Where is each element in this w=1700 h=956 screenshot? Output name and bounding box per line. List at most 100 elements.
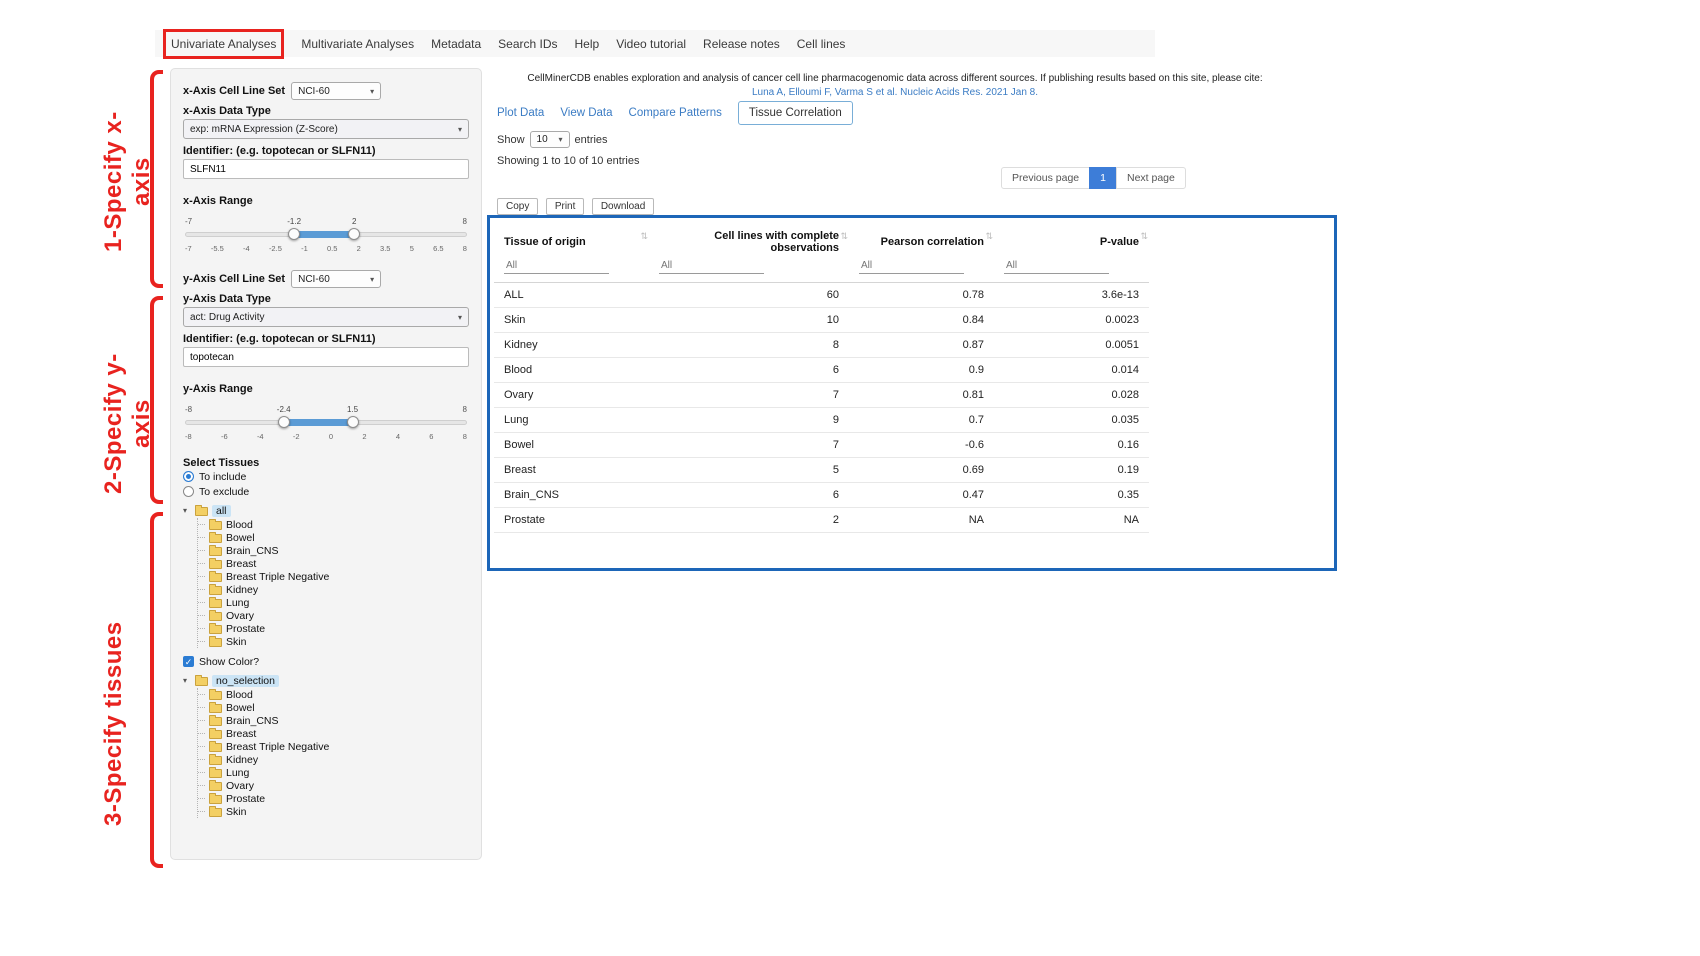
page-1-button[interactable]: 1 <box>1089 167 1117 189</box>
nav-tab-release-notes[interactable]: Release notes <box>703 37 780 51</box>
tissue-tree-item[interactable]: Ovary <box>198 609 469 622</box>
folder-icon <box>209 586 222 595</box>
slider-handle-low[interactable] <box>278 416 290 428</box>
tree-root-no-selection[interactable]: ▾ no_selection <box>183 673 469 688</box>
folder-icon <box>209 795 222 804</box>
x-axis-range-slider[interactable]: -7 -1.2 2 8 -7-5.5-4-2.5-10.523.556.58 <box>185 217 467 253</box>
slider-ticks: -8-6-4-202468 <box>185 432 467 441</box>
filter-cell-lines-input[interactable] <box>659 258 764 274</box>
table-filter-row <box>494 258 1149 283</box>
tissue-tree-item[interactable]: Kidney <box>198 583 469 596</box>
column-header-cell-lines[interactable]: Cell lines with complete observations ⇅ <box>649 222 849 258</box>
slider-min-label: -7 <box>185 217 192 226</box>
sort-icon[interactable]: ⇅ <box>1140 231 1148 242</box>
tissue-tree-item[interactable]: Lung <box>198 766 469 779</box>
slider-tick-label: -4 <box>257 432 264 441</box>
show-entries-control: Show 10 ▾ entries <box>497 131 608 148</box>
pearson-cell: 0.9 <box>849 358 994 383</box>
tissue-tree-item[interactable]: Kidney <box>198 753 469 766</box>
x-axis-data-type-select[interactable]: exp: mRNA Expression (Z-Score) ▾ <box>183 119 469 139</box>
show-color-checkbox[interactable]: ✓ Show Color? <box>183 654 469 669</box>
pearson-cell: 0.78 <box>849 283 994 308</box>
x-axis-cell-line-set-select[interactable]: NCI-60 ▾ <box>291 82 381 100</box>
tissue-tree-item[interactable]: Skin <box>198 635 469 648</box>
tissue-tree-item[interactable]: Breast <box>198 557 469 570</box>
y-axis-identifier-input[interactable] <box>183 347 469 367</box>
filter-pvalue-input[interactable] <box>1004 258 1109 274</box>
nav-tab-multivariate-analyses[interactable]: Multivariate Analyses <box>301 37 414 51</box>
tab-plot-data[interactable]: Plot Data <box>497 107 544 119</box>
tissue-tree-item[interactable]: Bowel <box>198 701 469 714</box>
tissue-tree-item[interactable]: Breast <box>198 727 469 740</box>
tissues-exclude-radio[interactable]: To exclude <box>183 484 469 499</box>
slider-tick-label: -2 <box>293 432 300 441</box>
folder-icon <box>209 808 222 817</box>
tissue-tree-item[interactable]: Brain_CNS <box>198 544 469 557</box>
tab-view-data[interactable]: View Data <box>560 107 612 119</box>
nav-tab-help[interactable]: Help <box>575 37 600 51</box>
tab-compare-patterns[interactable]: Compare Patterns <box>629 107 722 119</box>
tissues-include-radio[interactable]: To include <box>183 469 469 484</box>
tissue-tree-item-label: Ovary <box>226 780 254 792</box>
slider-handle-high[interactable] <box>348 228 360 240</box>
tissue-tree-item[interactable]: Ovary <box>198 779 469 792</box>
tissue-tree-item[interactable]: Prostate <box>198 792 469 805</box>
tree-root-all[interactable]: ▾ all <box>183 503 469 518</box>
sort-icon[interactable]: ⇅ <box>840 231 848 242</box>
nav-tab-cell-lines[interactable]: Cell lines <box>797 37 846 51</box>
x-axis-data-type-label: x-Axis Data Type <box>183 105 469 117</box>
copy-button[interactable]: Copy <box>497 198 538 215</box>
tissue-tree-item[interactable]: Prostate <box>198 622 469 635</box>
filter-tissue-input[interactable] <box>504 258 609 274</box>
tissue-tree-item[interactable]: Bowel <box>198 531 469 544</box>
tissue-tree-item-label: Prostate <box>226 623 265 635</box>
slider-tick-label: -6 <box>221 432 228 441</box>
sort-icon[interactable]: ⇅ <box>985 231 993 242</box>
nav-tab-search-ids[interactable]: Search IDs <box>498 37 557 51</box>
citation-link[interactable]: Luna A, Elloumi F, Varma S et al. Nuclei… <box>495 86 1295 100</box>
pvalue-cell: 0.014 <box>994 358 1149 383</box>
column-header-pearson[interactable]: Pearson correlation ⇅ <box>849 222 994 258</box>
slider-handle-low[interactable] <box>288 228 300 240</box>
tissue-tree-item[interactable]: Lung <box>198 596 469 609</box>
tissue-tree-item[interactable]: Breast Triple Negative <box>198 740 469 753</box>
tissue-tree-item[interactable]: Breast Triple Negative <box>198 570 469 583</box>
column-header-tissue[interactable]: Tissue of origin ⇅ <box>494 222 649 258</box>
tree-connector <box>198 733 205 734</box>
cell-lines-cell: 8 <box>649 333 849 358</box>
sort-icon[interactable]: ⇅ <box>640 231 648 242</box>
y-axis-data-type-select[interactable]: act: Drug Activity ▾ <box>183 307 469 327</box>
download-button[interactable]: Download <box>592 198 654 215</box>
tree-expander-icon[interactable]: ▾ <box>183 506 191 515</box>
y-axis-cell-line-set-select[interactable]: NCI-60 ▾ <box>291 270 381 288</box>
folder-icon <box>209 612 222 621</box>
nav-tab-video-tutorial[interactable]: Video tutorial <box>616 37 686 51</box>
slider-tick-label: 4 <box>396 432 400 441</box>
entries-count-select[interactable]: 10 ▾ <box>530 131 570 148</box>
tree-expander-icon[interactable]: ▾ <box>183 676 191 685</box>
chevron-down-icon: ▾ <box>370 275 374 284</box>
nav-tab-metadata[interactable]: Metadata <box>431 37 481 51</box>
select-tissues-label: Select Tissues <box>183 457 469 469</box>
tissue-tree-item-label: Blood <box>226 519 253 531</box>
tissue-tree-item[interactable]: Skin <box>198 805 469 818</box>
previous-page-button[interactable]: Previous page <box>1001 167 1090 189</box>
show-label: Show <box>497 134 525 146</box>
print-button[interactable]: Print <box>546 198 585 215</box>
pearson-cell: 0.47 <box>849 483 994 508</box>
tissue-correlation-table: Tissue of origin ⇅ Cell lines with compl… <box>494 222 1149 533</box>
y-axis-range-slider[interactable]: -8 -2.4 1.5 8 -8-6-4-202468 <box>185 405 467 441</box>
column-header-pvalue[interactable]: P-value ⇅ <box>994 222 1149 258</box>
filter-pearson-input[interactable] <box>859 258 964 274</box>
tab-tissue-correlation[interactable]: Tissue Correlation <box>738 101 853 125</box>
tree-connector <box>198 772 205 773</box>
next-page-button[interactable]: Next page <box>1116 167 1186 189</box>
slider-handle-high[interactable] <box>347 416 359 428</box>
annotation-bracket-2 <box>150 296 163 504</box>
tissue-tree-item[interactable]: Brain_CNS <box>198 714 469 727</box>
nav-tab-univariate-analyses[interactable]: Univariate Analyses <box>163 29 284 59</box>
tissue-tree-item[interactable]: Blood <box>198 518 469 531</box>
tissue-tree-item[interactable]: Blood <box>198 688 469 701</box>
x-axis-identifier-input[interactable] <box>183 159 469 179</box>
folder-icon <box>209 625 222 634</box>
